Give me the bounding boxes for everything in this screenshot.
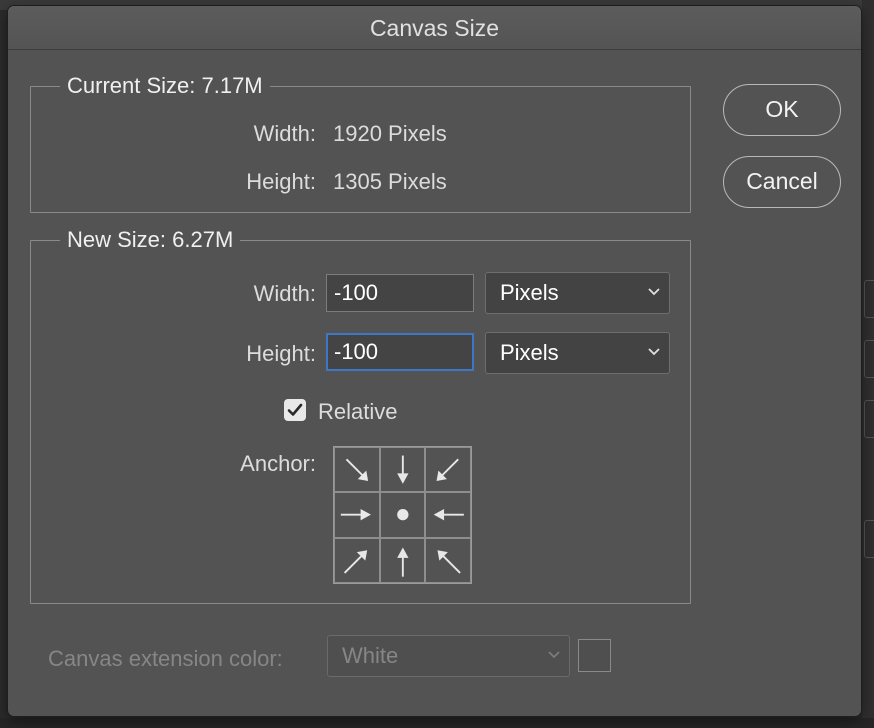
background-panel-tab — [864, 400, 874, 438]
height-input[interactable]: -100 — [326, 333, 474, 371]
current-width-value: 1920 Pixels — [333, 121, 447, 146]
anchor-label: Anchor: — [240, 451, 316, 476]
checkmark-icon — [287, 403, 303, 416]
relative-label[interactable]: Relative — [318, 399, 397, 425]
anchor-bottom-right[interactable] — [425, 537, 471, 583]
anchor-bottom-left[interactable] — [334, 537, 380, 583]
extension-color-value: White — [342, 643, 399, 668]
arrow-up-left-icon — [437, 549, 462, 574]
ok-button[interactable]: OK — [723, 84, 841, 136]
arrow-right-icon — [340, 509, 371, 521]
background-panel-tab — [864, 280, 874, 318]
background-panel-tab — [864, 340, 874, 378]
extension-color-select[interactable]: White — [327, 635, 570, 677]
arrow-down-left-icon — [436, 458, 460, 481]
anchor-top-right[interactable] — [425, 447, 471, 493]
arrow-down-right-icon — [345, 458, 369, 481]
current-height-value: 1305 Pixels — [333, 169, 447, 194]
cancel-button[interactable]: Cancel — [723, 156, 841, 208]
width-input[interactable]: -100 — [326, 274, 474, 312]
background-panel-tab — [864, 520, 874, 558]
chevron-down-icon — [648, 348, 660, 356]
canvas-size-dialog: Canvas Size Current Size: 7.17M Width: 1… — [8, 6, 861, 716]
arrow-up-icon — [396, 547, 409, 577]
width-unit-value: Pixels — [500, 280, 559, 305]
extension-color-label: Canvas extension color: — [48, 646, 283, 671]
anchor-bottom[interactable] — [379, 537, 426, 583]
current-height-label: Height: — [246, 169, 316, 194]
chevron-down-icon — [548, 651, 560, 659]
chevron-down-icon — [648, 288, 660, 296]
anchor-left[interactable] — [334, 492, 380, 538]
current-width-label: Width: — [253, 121, 316, 146]
dot-icon — [396, 509, 409, 521]
new-height-label: Height: — [246, 341, 316, 366]
anchor-top[interactable] — [379, 447, 426, 493]
width-unit-select[interactable]: Pixels — [485, 272, 670, 314]
arrow-down-icon — [396, 455, 409, 484]
height-unit-select[interactable]: Pixels — [485, 332, 670, 374]
current-size-legend: Current Size: 7.17M — [67, 73, 263, 98]
relative-checkbox[interactable] — [284, 399, 306, 421]
background-app-panel — [862, 0, 874, 728]
background-app-statusbar — [0, 718, 874, 728]
height-unit-value: Pixels — [500, 340, 559, 365]
anchor-right[interactable] — [425, 492, 471, 538]
anchor-center[interactable] — [379, 492, 426, 538]
extension-color-swatch[interactable] — [578, 639, 611, 672]
anchor-grid — [333, 446, 472, 584]
anchor-top-left[interactable] — [334, 447, 380, 493]
new-width-label: Width: — [253, 281, 316, 306]
arrow-up-right-icon — [343, 549, 368, 574]
dialog-title: Canvas Size — [8, 6, 861, 50]
new-size-legend: New Size: 6.27M — [67, 227, 234, 252]
arrow-left-icon — [434, 509, 465, 521]
